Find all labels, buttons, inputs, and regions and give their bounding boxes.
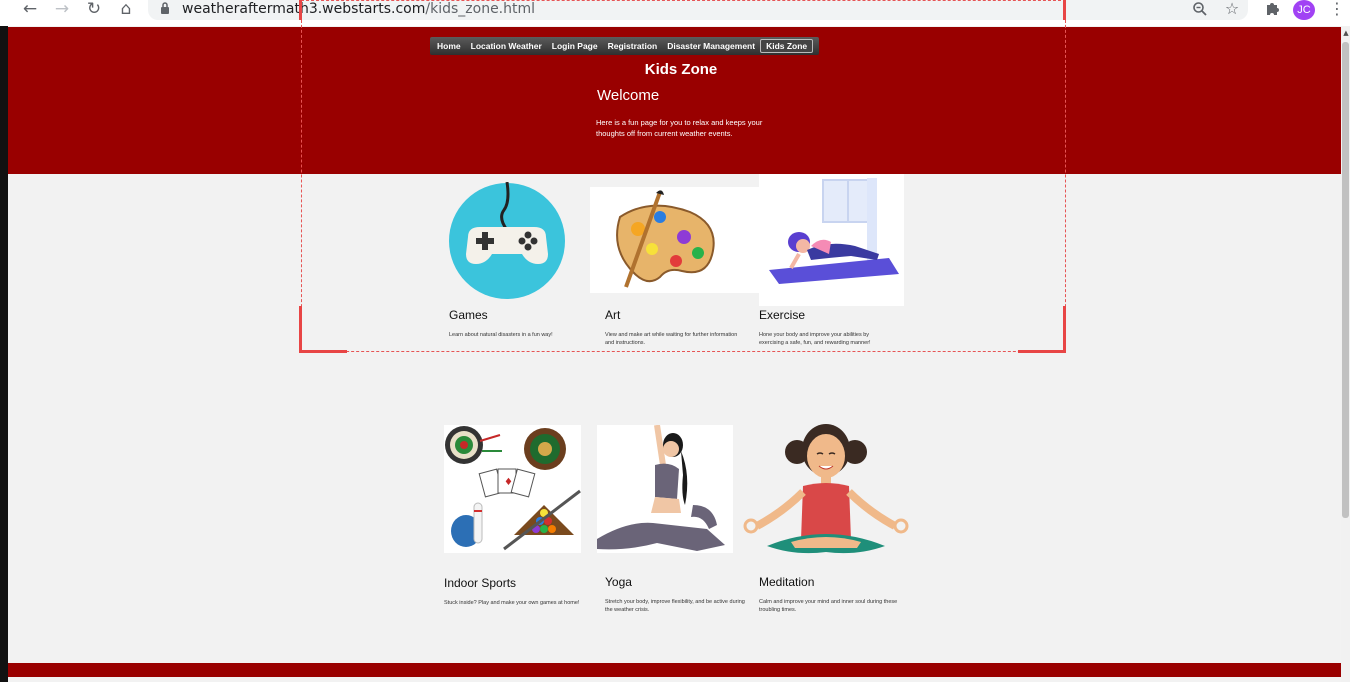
window-left-edge bbox=[0, 26, 8, 682]
card-desc-meditation: Calm and improve your mind and inner sou… bbox=[759, 599, 898, 613]
svg-text:♦: ♦ bbox=[504, 477, 513, 488]
selection-handle-bottom-right[interactable] bbox=[1063, 306, 1066, 353]
scroll-up-arrow-icon[interactable]: ▲ bbox=[1342, 27, 1350, 39]
card-title-indoor-sports: Indoor Sports bbox=[444, 576, 517, 590]
reload-icon[interactable]: ↻ bbox=[84, 0, 104, 18]
menu-dots-icon[interactable]: ⋮ bbox=[1327, 0, 1347, 18]
meditation-image[interactable] bbox=[737, 422, 915, 556]
extensions-icon[interactable] bbox=[1262, 0, 1282, 18]
back-icon[interactable]: ← bbox=[20, 0, 40, 18]
selection-handle-bottom-left[interactable] bbox=[299, 306, 302, 353]
card-title-yoga: Yoga bbox=[605, 575, 632, 589]
card-desc-yoga: Stretch your body, improve flexibility, … bbox=[605, 599, 745, 613]
card-title-meditation: Meditation bbox=[759, 575, 815, 589]
zoom-icon[interactable] bbox=[1190, 0, 1210, 18]
card-desc-indoor-sports: Stuck inside? Play and make your own gam… bbox=[444, 600, 580, 606]
selection-handle-bottom-right-h[interactable] bbox=[1018, 350, 1066, 353]
scrollbar-thumb[interactable] bbox=[1342, 42, 1349, 518]
profile-avatar[interactable]: JC bbox=[1293, 0, 1315, 20]
selection-handle-bottom-left-h[interactable] bbox=[299, 350, 347, 353]
selection-handle-top-left[interactable] bbox=[299, 0, 302, 20]
bookmark-star-icon[interactable]: ☆ bbox=[1222, 0, 1242, 18]
indoor-sports-image[interactable]: ♦ bbox=[444, 425, 581, 553]
lock-icon[interactable] bbox=[160, 1, 170, 15]
forward-icon[interactable]: → bbox=[52, 0, 72, 18]
page-footer bbox=[8, 663, 1341, 677]
selection-rectangle[interactable] bbox=[301, 0, 1066, 352]
home-icon[interactable]: ⌂ bbox=[116, 0, 136, 18]
selection-handle-top-right[interactable] bbox=[1063, 0, 1066, 20]
yoga-image[interactable] bbox=[597, 425, 733, 553]
